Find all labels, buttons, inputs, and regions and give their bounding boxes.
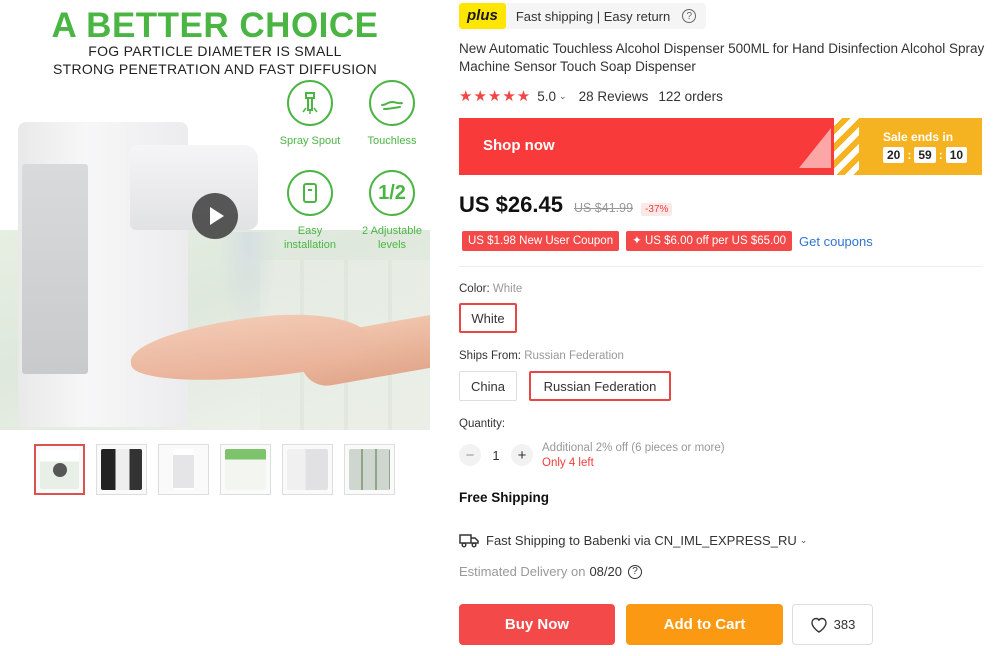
- minus-button[interactable]: −: [459, 444, 481, 466]
- quantity-input[interactable]: [481, 447, 511, 463]
- video-play-button[interactable]: [192, 193, 238, 239]
- color-label: Color: White: [459, 283, 523, 295]
- ships-from-value: Russian Federation: [524, 350, 624, 362]
- free-shipping-label: Free Shipping: [459, 490, 550, 505]
- ships-from-china[interactable]: China: [459, 371, 517, 401]
- quantity-label: Quantity:: [459, 418, 506, 430]
- timer-minutes: 59: [914, 147, 936, 163]
- ships-from-russia[interactable]: Russian Federation: [529, 371, 671, 401]
- wishlist-count: 383: [833, 617, 856, 632]
- current-price: US $26.45: [459, 192, 563, 217]
- countdown-timer: 20 : 59 : 10: [883, 147, 968, 163]
- feature-label: 2 Adjustable levels: [362, 225, 422, 251]
- shop-now-label[interactable]: Shop now: [483, 137, 555, 154]
- new-user-coupon[interactable]: US $1.98 New User Coupon: [462, 231, 620, 251]
- chevron-down-icon[interactable]: ⌄: [559, 91, 567, 102]
- thumbnail-6[interactable]: [344, 444, 395, 495]
- product-main-image[interactable]: A BETTER CHOICE FOG PARTICLE DIAMETER IS…: [0, 0, 430, 430]
- estimated-delivery: Estimated Delivery on 08/20 ?: [459, 564, 642, 579]
- rating-row: ★★★★★ 5.0 ⌄ 28 Reviews 122 orders: [459, 87, 723, 105]
- promo-banner[interactable]: Shop now Sale ends in 20 : 59 : 10: [459, 118, 982, 175]
- play-icon: [53, 463, 67, 477]
- plus-button[interactable]: +: [511, 444, 533, 466]
- coupon-row: US $1.98 New User Coupon ✦ US $6.00 off …: [462, 231, 873, 251]
- feature-label: Spray Spout: [279, 135, 341, 147]
- star-rating-icon: ★★★★★: [459, 88, 532, 105]
- sale-label: Sale ends in: [883, 130, 954, 144]
- thumbnail-5[interactable]: [282, 444, 333, 495]
- buy-now-button[interactable]: Buy Now: [459, 604, 615, 645]
- hero-title: A BETTER CHOICE: [51, 6, 379, 45]
- delivery-label: Estimated Delivery on: [459, 564, 586, 579]
- price-row: US $26.45 US $41.99 -37%: [459, 192, 673, 218]
- delivery-date: 08/20: [589, 564, 622, 579]
- triangle-decoration: [799, 128, 831, 168]
- chevron-down-icon[interactable]: ⌄: [800, 535, 808, 546]
- heart-icon: [810, 617, 827, 633]
- plus-badge[interactable]: plus: [459, 3, 506, 29]
- hero-subtitle-1: FOG PARTICLE DIAMETER IS SMALL: [88, 43, 342, 59]
- thumbnail-strip: [34, 444, 395, 495]
- divider: [459, 266, 983, 267]
- discount-badge: -37%: [641, 203, 673, 216]
- plus-text: Fast shipping | Easy return: [515, 8, 671, 24]
- quantity-stepper: − +: [459, 444, 533, 466]
- get-coupons-link[interactable]: Get coupons: [799, 234, 873, 249]
- original-price: US $41.99: [573, 201, 634, 215]
- stock-warning: Only 4 left: [542, 457, 594, 469]
- rating-score[interactable]: 5.0: [537, 89, 556, 104]
- timer-seconds: 10: [945, 147, 968, 163]
- timer-hours: 20: [883, 147, 905, 163]
- ships-from-label: Ships From: Russian Federation: [459, 350, 624, 362]
- color-value: White: [492, 283, 523, 295]
- help-icon[interactable]: ?: [682, 9, 697, 23]
- bulk-discount-note: Additional 2% off (6 pieces or more): [542, 442, 725, 454]
- feature-spray-spout: Spray Spout: [265, 80, 355, 148]
- orders-count: 122 orders: [658, 88, 723, 104]
- shipping-destination[interactable]: to Babenki via CN_IML_EXPRESS_RU: [569, 533, 797, 548]
- spray-icon: [287, 80, 333, 126]
- add-to-cart-button[interactable]: Add to Cart: [626, 604, 783, 645]
- plus-bar: plus Fast shipping | Easy return ?: [459, 3, 707, 29]
- feature-touchless: Touchless: [347, 80, 430, 148]
- feature-adjustable-levels: 1/2 2 Adjustable levels: [347, 170, 430, 252]
- store-coupon[interactable]: ✦ US $6.00 off per US $65.00: [626, 231, 793, 251]
- wishlist-button[interactable]: 383: [792, 604, 873, 645]
- sale-countdown: Sale ends in 20 : 59 : 10: [859, 118, 982, 175]
- levels-badge: 1/2: [369, 170, 415, 216]
- help-icon[interactable]: ?: [628, 564, 642, 579]
- feature-easy-installation: Easy installation: [265, 170, 355, 252]
- thumbnail-3[interactable]: [158, 444, 209, 495]
- fast-shipping-label: Fast Shipping: [486, 532, 566, 548]
- thumbnail-2[interactable]: [96, 444, 147, 495]
- hero-subtitle-2: STRONG PENETRATION AND FAST DIFFUSION: [52, 61, 378, 77]
- install-icon: [287, 170, 333, 216]
- dispenser-window: [22, 164, 88, 374]
- truck-icon: [459, 534, 479, 548]
- thumbnail-4[interactable]: [220, 444, 271, 495]
- product-title: New Automatic Touchless Alcohol Dispense…: [459, 41, 985, 74]
- hand-icon: [369, 80, 415, 126]
- reviews-link[interactable]: 28 Reviews: [579, 89, 649, 104]
- feature-label: Easy installation: [284, 225, 336, 251]
- thumbnail-1[interactable]: [34, 444, 85, 495]
- quantity-info: Additional 2% off (6 pieces or more) Onl…: [542, 441, 725, 471]
- color-option-white[interactable]: White: [459, 303, 517, 333]
- feature-label: Touchless: [367, 135, 417, 147]
- shipping-method[interactable]: Fast Shipping to Babenki via CN_IML_EXPR…: [459, 532, 807, 548]
